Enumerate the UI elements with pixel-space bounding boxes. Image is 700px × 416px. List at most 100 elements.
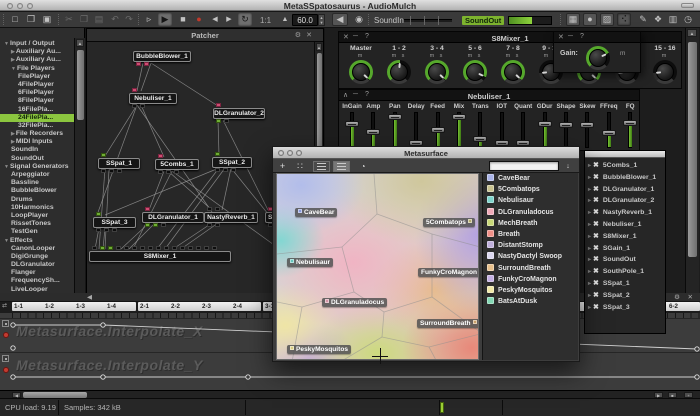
slider-handle[interactable] xyxy=(538,121,552,127)
sidebar-item-signal-generators[interactable]: ▼Signal Generators xyxy=(0,163,74,171)
mute-solo-buttons[interactable]: m s xyxy=(495,53,531,60)
snapshot-item-5combatops[interactable]: 5Combatops xyxy=(483,184,578,195)
expand-triangle-icon[interactable]: ▸ xyxy=(588,305,591,311)
ruler-bar-segment[interactable] xyxy=(12,302,136,311)
mute-solo-buttons[interactable]: m s xyxy=(381,53,417,60)
input-port[interactable] xyxy=(216,103,221,107)
expand-triangle-icon[interactable]: ▸ xyxy=(588,257,591,263)
patcher-node-sspat_2[interactable]: SSpat_2 xyxy=(212,157,252,168)
expand-triangle-icon[interactable]: ▸ xyxy=(588,269,591,275)
output-port[interactable] xyxy=(132,104,137,108)
tempo-field[interactable]: 60.0 xyxy=(292,14,318,26)
sidebar-item-testgen[interactable]: TestGen xyxy=(0,228,74,236)
input-port[interactable] xyxy=(101,153,106,157)
patcher-node-nebuliser_1[interactable]: Nebuliser_1 xyxy=(129,93,177,104)
metasurface-view-icon[interactable]: ▨ xyxy=(600,13,614,26)
contraption-row-sspat_1[interactable]: ▸✖SSpat_1 xyxy=(585,278,665,290)
sidebar-item-canonlooper[interactable]: CanonLooper xyxy=(0,245,74,253)
param-slider[interactable] xyxy=(558,112,574,148)
history-clock-icon[interactable]: ◔ xyxy=(357,161,369,172)
input-port[interactable] xyxy=(140,246,145,250)
sidebar-item-auxiliary-au-[interactable]: ▶Auxiliary Au... xyxy=(0,48,74,56)
list-view-icon[interactable] xyxy=(313,161,330,172)
snapshot-search-input[interactable] xyxy=(489,161,559,171)
slider-handle[interactable] xyxy=(623,120,637,126)
channel-knob[interactable] xyxy=(501,60,525,84)
param-slider[interactable] xyxy=(515,112,531,148)
slider-handle[interactable] xyxy=(580,122,594,128)
mute-solo-buttons[interactable]: m s xyxy=(457,53,493,60)
slider-handle[interactable] xyxy=(473,136,487,142)
input-port[interactable] xyxy=(180,246,185,250)
channel-knob[interactable] xyxy=(653,60,677,84)
tempo-spinner[interactable]: ▴ ▾ xyxy=(318,14,325,26)
contraption-row-southpole_1[interactable]: ▸✖SouthPole_1 xyxy=(585,266,665,278)
output-port[interactable] xyxy=(117,169,122,173)
close-icon[interactable]: ✕ xyxy=(558,33,564,41)
snapshot-item-dlgranuladocus[interactable]: DLGranuladocus xyxy=(483,207,578,218)
gear-icon[interactable]: ⚙ xyxy=(674,293,680,302)
output-port[interactable] xyxy=(207,223,212,227)
sidebar-item-6fileplayer[interactable]: 6FilePlayer xyxy=(0,89,74,97)
play-button[interactable]: ▶ xyxy=(158,13,172,26)
sidebar-item-soundout[interactable]: SoundOut xyxy=(0,155,74,163)
toolbar-toggle-widget[interactable] xyxy=(681,3,694,8)
sidebar-item-midi-inputs[interactable]: ▶MIDI Inputs xyxy=(0,138,74,146)
sidebar-item-auxiliary-au-[interactable]: ▶Auxiliary Au... xyxy=(0,56,74,64)
paste-icon[interactable]: ▤ xyxy=(92,13,106,26)
lane-x-record-dot[interactable] xyxy=(3,332,9,338)
sidebar-item-effects[interactable]: ▼Effects xyxy=(0,237,74,245)
input-port[interactable] xyxy=(100,246,105,250)
sidebar-item-file-players[interactable]: ▼File Players xyxy=(0,65,74,73)
output-port[interactable] xyxy=(144,62,149,66)
copy-icon[interactable]: ❐ xyxy=(77,13,91,26)
soundin-slider[interactable] xyxy=(404,19,452,22)
snapshot-item-mechbreath[interactable]: MechBreath xyxy=(483,218,578,229)
metasurface-surface[interactable]: CaveBear5CombatopsNebulisaurFunkyCroMagn… xyxy=(276,173,479,360)
surface-label-surroundbreath[interactable]: SurroundBreath xyxy=(417,319,479,328)
input-port[interactable] xyxy=(132,88,137,92)
mic-icon[interactable]: ▥ xyxy=(666,13,680,26)
surface-label-funkycromagnon[interactable]: FunkyCroMagnon xyxy=(418,268,479,277)
output-port[interactable] xyxy=(136,62,141,66)
gain-knob-control[interactable] xyxy=(586,46,610,70)
contraption-row-sspat_2[interactable]: ▸✖SSpat_2 xyxy=(585,290,665,302)
expand-triangle-icon[interactable]: ▸ xyxy=(588,187,591,193)
remove-icon[interactable]: ✖ xyxy=(593,174,599,181)
input-port[interactable] xyxy=(132,246,137,250)
remove-icon[interactable]: ✖ xyxy=(593,280,599,287)
record-button[interactable]: ● xyxy=(192,13,206,26)
metronome-icon[interactable]: ▲ xyxy=(278,13,292,26)
slider-handle[interactable] xyxy=(559,122,573,128)
soundout-label[interactable]: SoundOut xyxy=(462,16,504,25)
surface-cursor-crosshair[interactable] xyxy=(372,348,388,364)
horizontal-scrollbar[interactable]: ◀ ▶ ■ + xyxy=(0,390,700,398)
input-port[interactable] xyxy=(108,246,113,250)
contraption-row-bubbleblower_1[interactable]: ▸✖BubbleBlower_1 xyxy=(585,172,665,184)
slider-handle[interactable] xyxy=(345,121,359,127)
input-port[interactable] xyxy=(116,246,121,250)
remove-icon[interactable]: ✖ xyxy=(593,209,599,216)
remove-icon[interactable]: ✖ xyxy=(593,304,599,311)
slider-handle[interactable] xyxy=(388,114,402,120)
chevron-right-icon[interactable]: ▶ xyxy=(11,131,15,137)
output-port[interactable] xyxy=(215,168,220,172)
contraption-row-sspat_3[interactable]: ▸✖SSpat_3 xyxy=(585,302,665,314)
slider-handle[interactable] xyxy=(366,129,380,135)
param-slider[interactable] xyxy=(537,112,553,148)
forward-button[interactable]: ▶ xyxy=(222,13,236,26)
output-port[interactable] xyxy=(174,170,179,174)
scroll-left-icon[interactable]: ◀ xyxy=(87,293,92,302)
surface-label-5combatops[interactable]: 5Combatops xyxy=(423,218,475,227)
param-slider[interactable] xyxy=(494,112,510,148)
sidebar-item-bubbleblower[interactable]: BubbleBlower xyxy=(0,187,74,195)
output-port[interactable] xyxy=(161,223,166,227)
sidebar-item-10harmonics[interactable]: 10Harmonics xyxy=(0,204,74,212)
redo-icon[interactable]: ↷ xyxy=(122,13,136,26)
patcher-node-sspat_1[interactable]: SSpat_1 xyxy=(98,158,140,169)
remove-icon[interactable]: ✖ xyxy=(593,186,599,193)
play-range-icon[interactable]: ▹ xyxy=(142,13,156,26)
expand-triangle-icon[interactable]: ▸ xyxy=(588,293,591,299)
expand-triangle-icon[interactable]: ▸ xyxy=(588,222,591,228)
output-port[interactable] xyxy=(112,228,117,232)
